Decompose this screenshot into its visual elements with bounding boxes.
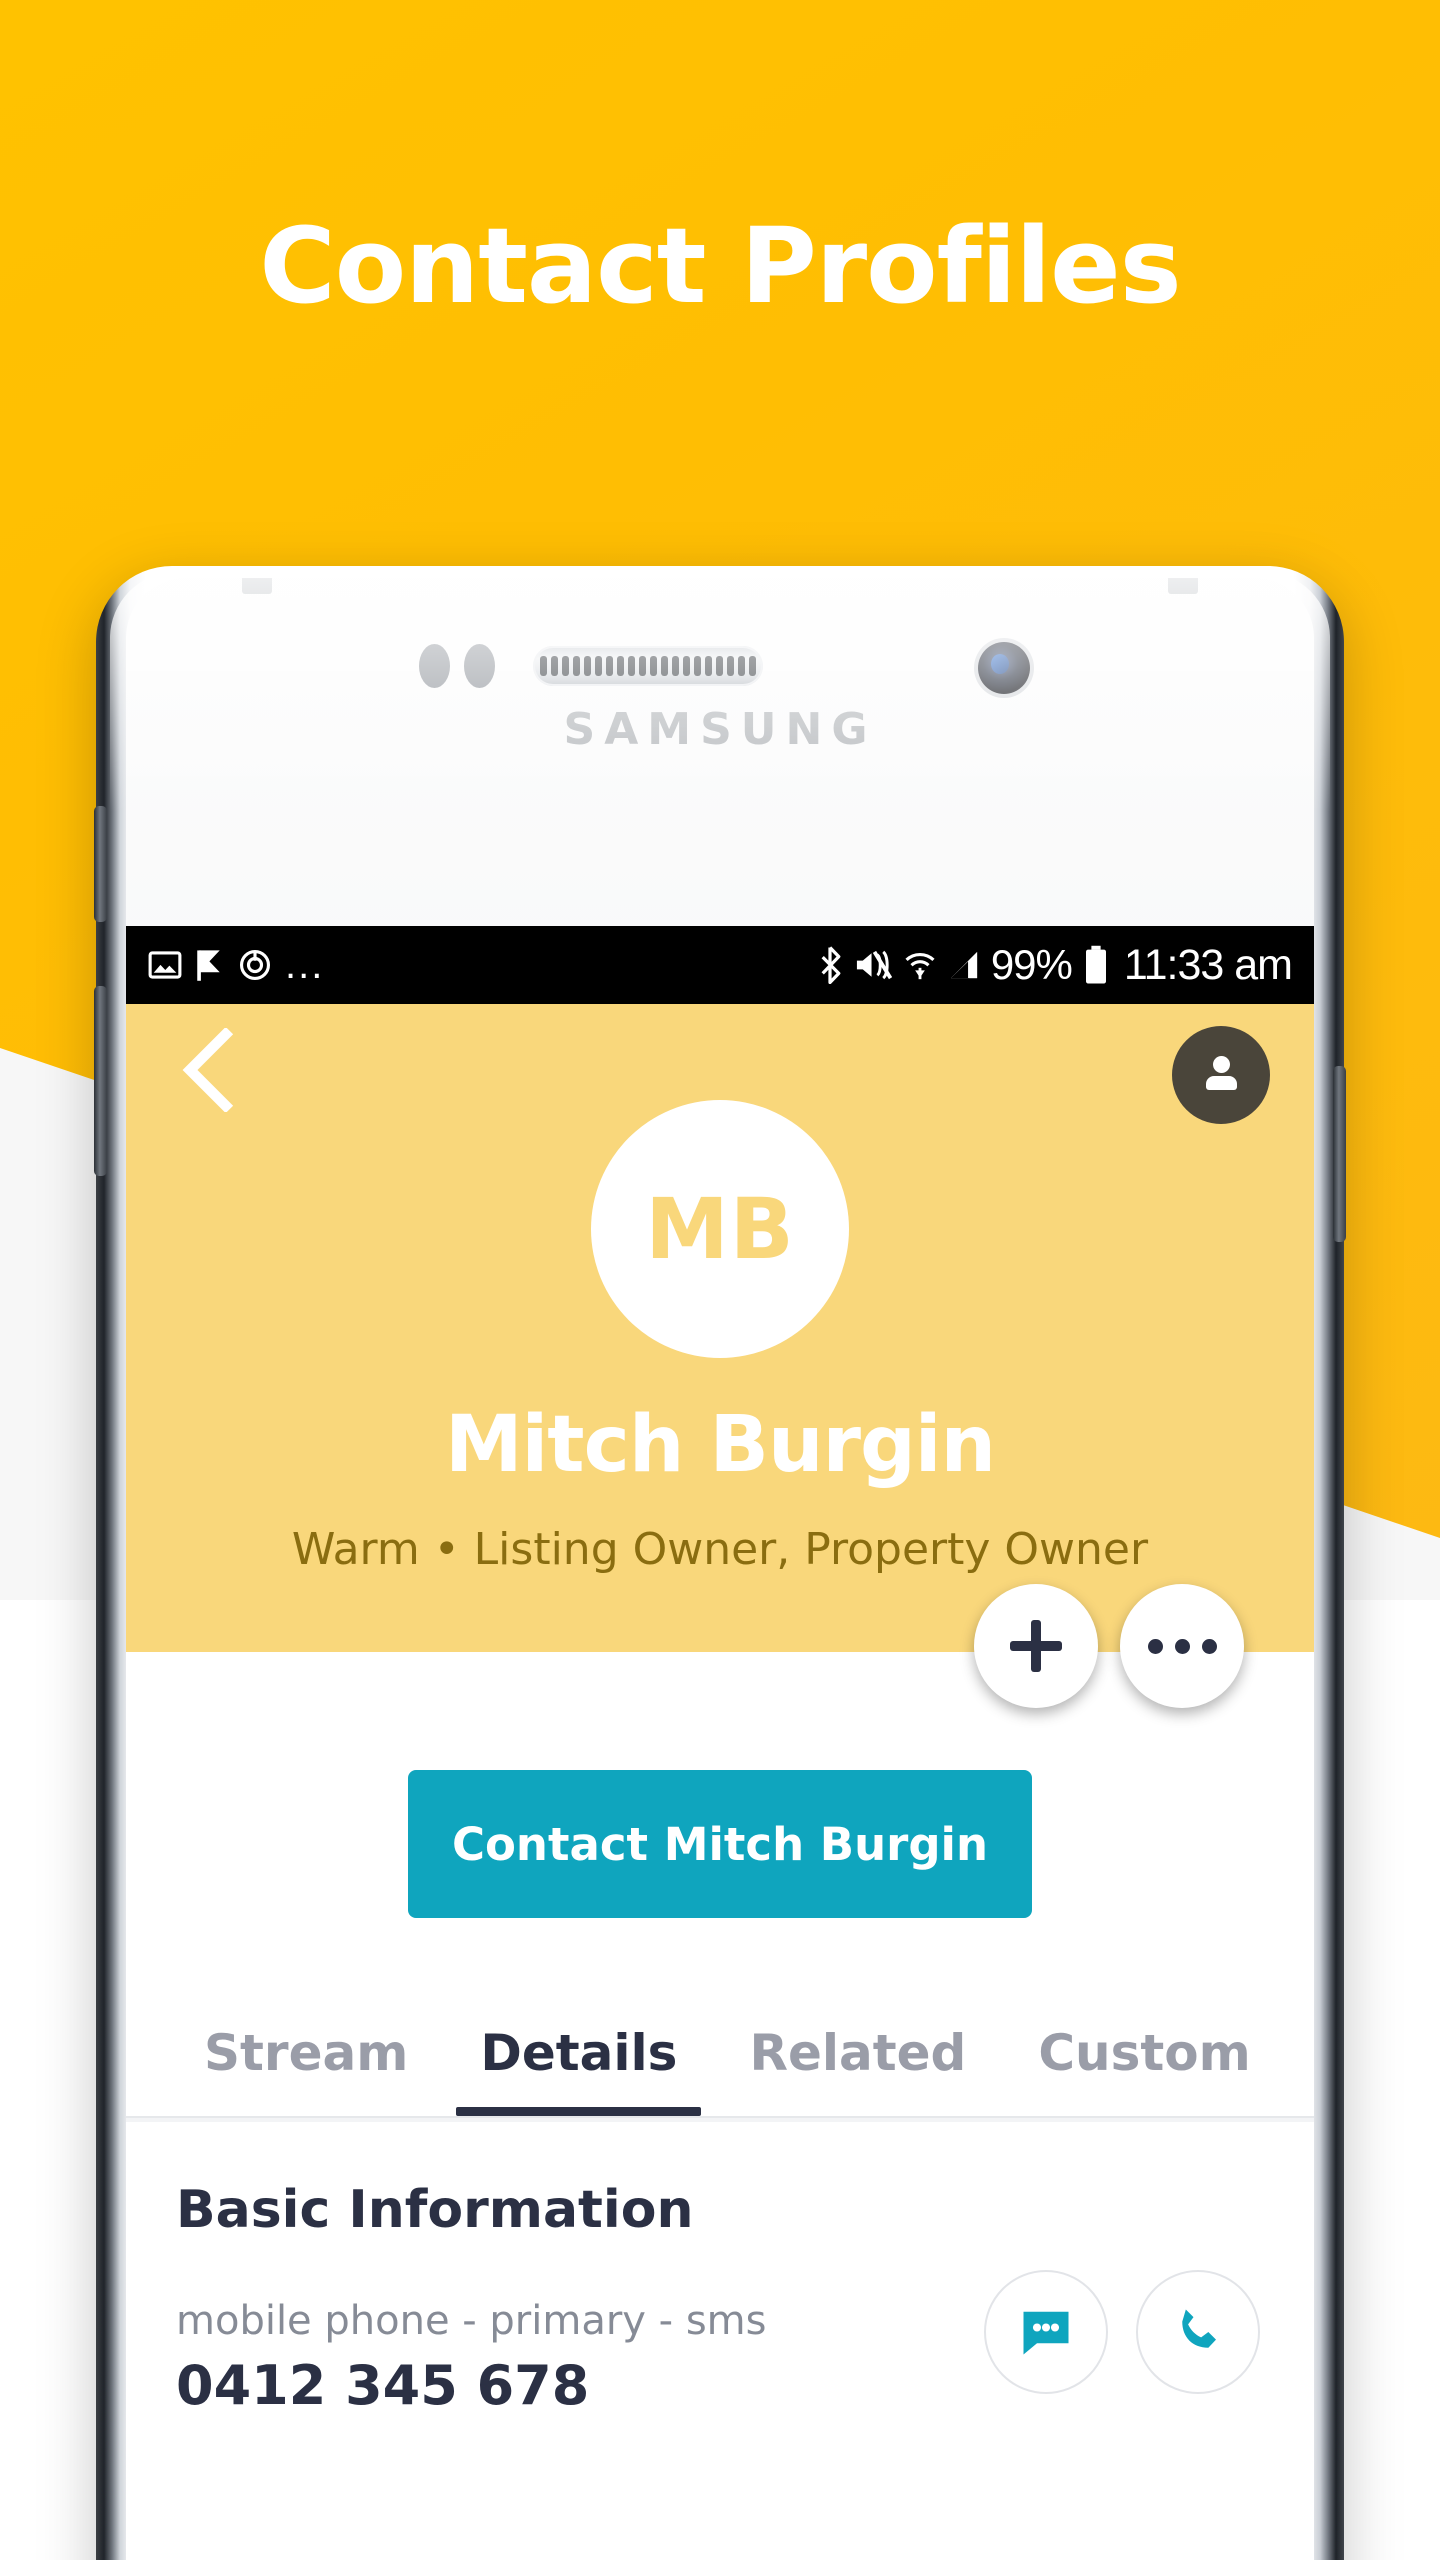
more-fab[interactable] <box>1120 1584 1244 1708</box>
battery-percent-label: 99% <box>990 941 1073 988</box>
volume-up-button[interactable] <box>94 806 107 922</box>
tab-related[interactable]: Related <box>713 2024 1002 2116</box>
profile-header: MB Mitch Burgin Warm • Listing Owner, Pr… <box>126 1004 1314 1708</box>
status-bar: ... 99% 11:33 am <box>126 926 1314 1004</box>
volume-down-button[interactable] <box>94 986 107 1176</box>
avatar-initials: MB <box>645 1180 795 1278</box>
contact-avatar: MB <box>591 1100 849 1358</box>
front-camera-icon <box>978 642 1030 694</box>
overflow-dots-icon <box>1147 1638 1217 1654</box>
add-fab[interactable] <box>974 1584 1098 1708</box>
phone-screen: ... 99% 11:33 am MB Mitch Burgin Warm • … <box>126 926 1314 2560</box>
back-chevron-icon[interactable] <box>174 1026 248 1114</box>
status-bar-right: 99% 11:33 am <box>817 940 1293 990</box>
status-overflow-dots: ... <box>285 943 325 987</box>
tab-bar: Stream Details Related Custom <box>126 1918 1314 2118</box>
image-icon <box>148 948 182 982</box>
light-sensor-icon <box>464 644 495 688</box>
status-bar-left: ... <box>148 943 325 987</box>
antenna-band-left <box>242 578 272 594</box>
account-avatar-button[interactable] <box>1172 1026 1270 1124</box>
details-panel: Basic Information mobile phone - primary… <box>126 2118 1314 2418</box>
contact-subtitle: Warm • Listing Owner, Property Owner <box>291 1524 1149 1575</box>
proximity-sensor-icon <box>419 644 450 688</box>
section-title: Basic Information <box>176 2180 694 2240</box>
sms-action[interactable] <box>984 2270 1108 2394</box>
tab-stream[interactable]: Stream <box>168 2024 444 2116</box>
field-action-row <box>984 2270 1260 2394</box>
tab-custom[interactable]: Custom <box>1002 2024 1286 2116</box>
call-action[interactable] <box>1136 2270 1260 2394</box>
basic-information-card: Basic Information mobile phone - primary… <box>126 2122 1314 2418</box>
antenna-band-right <box>1168 578 1198 594</box>
message-bubble-icon <box>1023 2311 1069 2355</box>
device-brand-logo: SAMSUNG <box>563 704 877 755</box>
mute-vibrate-icon <box>854 947 892 983</box>
bluetooth-icon <box>817 946 843 984</box>
alarm-power-icon <box>238 948 272 982</box>
battery-full-icon <box>1083 945 1109 985</box>
contact-name: Mitch Burgin <box>444 1400 996 1490</box>
phone-mockup: SAMSUNG ... 99% 11:33 am MB Mitch Burgin… <box>94 566 1346 2560</box>
page-title: Contact Profiles <box>259 205 1181 327</box>
earpiece-speaker-icon <box>533 646 763 686</box>
contact-button[interactable]: Contact Mitch Burgin <box>408 1770 1032 1918</box>
tab-details[interactable]: Details <box>444 2024 713 2116</box>
wifi-icon <box>903 947 937 983</box>
status-clock: 11:33 am <box>1123 940 1293 989</box>
plus-icon <box>1010 1620 1062 1672</box>
power-button[interactable] <box>1333 1066 1346 1242</box>
cellular-signal-icon <box>948 948 980 982</box>
play-flag-icon <box>195 948 225 982</box>
phone-sensor-row <box>126 640 1314 694</box>
fab-row <box>974 1584 1244 1708</box>
phone-icon <box>1182 2309 1216 2348</box>
person-avatar-icon <box>1202 1056 1240 1094</box>
